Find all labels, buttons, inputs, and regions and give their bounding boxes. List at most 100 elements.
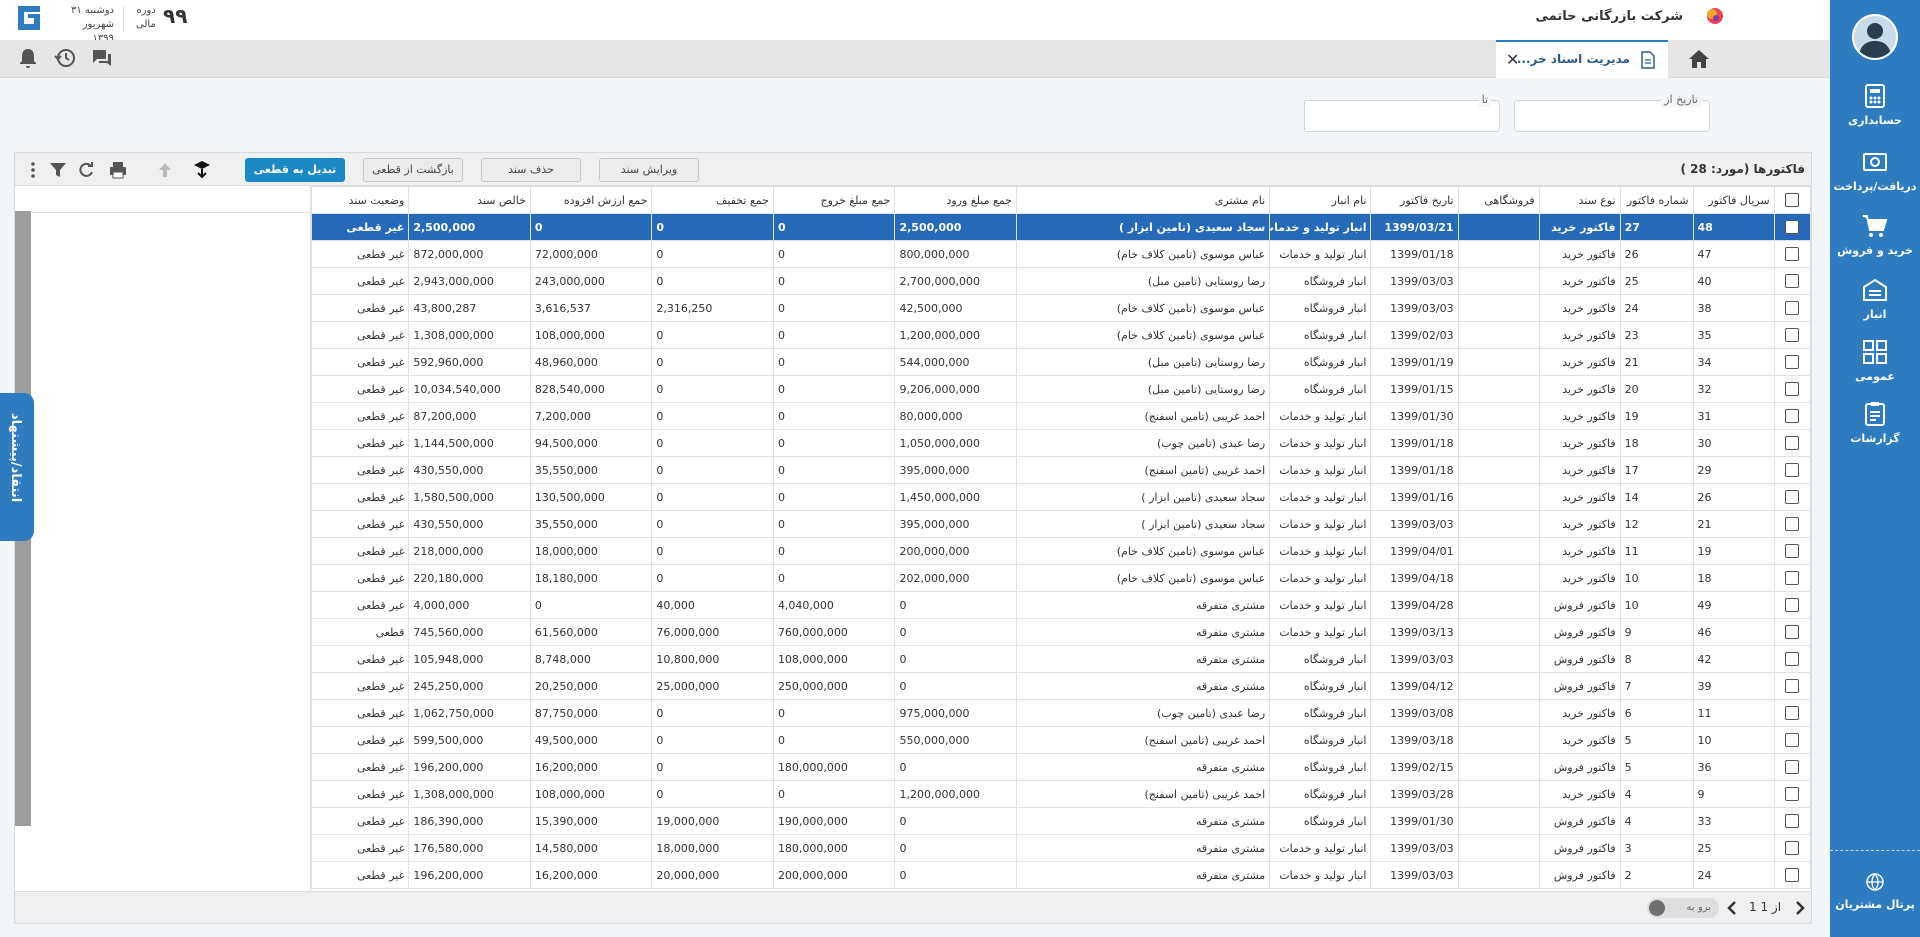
- bell-icon[interactable]: [16, 46, 40, 70]
- table-row[interactable]: 24 2 فاکتور فروش 1399/03/03 انبار تولید و خد…: [311, 861, 1811, 889]
- customer-portal-link[interactable]: پرتال مشتریان: [1830, 872, 1920, 922]
- row-checkbox[interactable]: [1773, 483, 1811, 511]
- row-checkbox[interactable]: [1773, 807, 1811, 835]
- row-checkbox[interactable]: [1773, 402, 1811, 430]
- sidebar-item-accounting[interactable]: حسابداری: [1830, 82, 1920, 142]
- row-checkbox[interactable]: [1773, 294, 1811, 322]
- table-row[interactable]: 38 24 فاکتور خرید 1399/03/03 انبار فروشگاه عب…: [311, 294, 1811, 322]
- goto-page-input[interactable]: برو به: [1647, 898, 1719, 918]
- table-row[interactable]: 35 23 فاکتور خرید 1399/02/03 انبار فروشگاه عب…: [311, 321, 1811, 349]
- row-checkbox[interactable]: [1773, 429, 1811, 457]
- table-row[interactable]: 32 20 فاکتور خرید 1399/01/15 انبار فروشگاه رض…: [311, 375, 1811, 403]
- col-header[interactable]: خالص سند: [408, 186, 531, 214]
- upload-icon[interactable]: [155, 160, 175, 180]
- row-checkbox[interactable]: [1773, 213, 1811, 241]
- home-icon[interactable]: [1686, 46, 1712, 72]
- table-row[interactable]: 34 21 فاکتور خرید 1399/01/19 انبار فروشگاه رض…: [311, 348, 1811, 376]
- table-row[interactable]: 19 11 فاکتور خرید 1399/04/01 انبار تولید و خ…: [311, 537, 1811, 565]
- close-icon[interactable]: ✕: [1506, 50, 1519, 69]
- col-header[interactable]: جمع مبلغ خروج: [772, 186, 896, 214]
- col-header[interactable]: جمع مبلغ ورود: [894, 186, 1017, 214]
- row-checkbox[interactable]: [1773, 726, 1811, 754]
- delete-document-button[interactable]: حذف سند: [481, 158, 581, 182]
- row-checkbox[interactable]: [1773, 537, 1811, 565]
- row-checkbox[interactable]: [1773, 240, 1811, 268]
- row-checkbox[interactable]: [1773, 672, 1811, 700]
- row-checkbox[interactable]: [1773, 591, 1811, 619]
- row-checkbox[interactable]: [1773, 618, 1811, 646]
- table-row[interactable]: 39 7 فاکتور فروش 1399/04/12 انبار فروشگاه مشت…: [311, 672, 1811, 700]
- row-checkbox[interactable]: [1773, 753, 1811, 781]
- col-header[interactable]: نام انبار: [1269, 186, 1372, 214]
- user-avatar[interactable]: [1852, 14, 1898, 60]
- col-header[interactable]: نام مشتری: [1015, 186, 1271, 214]
- chat-icon[interactable]: [90, 46, 114, 70]
- row-checkbox[interactable]: [1773, 267, 1811, 295]
- table-row[interactable]: 42 8 فاکتور فروش 1399/03/03 انبار فروشگاه مشت…: [311, 645, 1811, 673]
- col-header[interactable]: شماره فاکتور: [1619, 186, 1694, 214]
- table-row[interactable]: 25 3 فاکتور فروش 1399/03/03 انبار تولید و خد…: [311, 834, 1811, 862]
- table-row[interactable]: 36 5 فاکتور فروش 1399/02/15 انبار فروشگاه مشت…: [311, 753, 1811, 781]
- table-row[interactable]: 40 25 فاکتور خرید 1399/03/03 انبار فروشگاه رض…: [311, 267, 1811, 295]
- table-row[interactable]: 46 9 فاکتور فروش 1399/03/13 انبار تولید و خد…: [311, 618, 1811, 646]
- tab-invoice-management[interactable]: مدیریت اسناد خر... ✕: [1496, 40, 1668, 78]
- table-row[interactable]: 21 12 فاکتور خرید 1399/03/03 انبار تولید و خ…: [311, 510, 1811, 538]
- refresh-icon[interactable]: [76, 160, 96, 180]
- row-checkbox[interactable]: [1773, 699, 1811, 727]
- col-header[interactable]: سریال فاکتور: [1692, 186, 1775, 214]
- more-vertical-icon[interactable]: [23, 160, 43, 180]
- table-row[interactable]: 26 14 فاکتور خرید 1399/01/16 انبار تولید و خ…: [311, 483, 1811, 511]
- export-down-icon[interactable]: [192, 160, 212, 180]
- select-all-checkbox[interactable]: [1773, 186, 1811, 214]
- row-checkbox[interactable]: [1773, 375, 1811, 403]
- sidebar-item-warehouse[interactable]: انبار: [1830, 276, 1920, 336]
- date-to-input[interactable]: [1305, 101, 1499, 131]
- col-header[interactable]: جمع تخفیف: [651, 186, 774, 214]
- sidebar-item-reports[interactable]: گزارشات: [1830, 400, 1920, 460]
- row-checkbox[interactable]: [1773, 645, 1811, 673]
- table-cell: 0: [772, 537, 896, 565]
- col-header[interactable]: تاریخ فاکتور: [1370, 186, 1459, 214]
- date-to-field[interactable]: تا: [1304, 93, 1500, 132]
- row-checkbox[interactable]: [1773, 321, 1811, 349]
- col-header[interactable]: نوع سند: [1538, 186, 1621, 214]
- row-checkbox[interactable]: [1773, 780, 1811, 808]
- print-icon[interactable]: [108, 160, 128, 180]
- edit-document-button[interactable]: ویرایش سند: [599, 158, 699, 182]
- company-name[interactable]: شرکت بازرگانی حاتمی: [1536, 9, 1683, 24]
- row-checkbox[interactable]: [1773, 348, 1811, 376]
- row-checkbox[interactable]: [1773, 564, 1811, 592]
- table-cell: 1399/03/03: [1370, 510, 1459, 538]
- fiscal-period-number[interactable]: ۹۹: [163, 4, 187, 28]
- sidebar-item-general[interactable]: عمومی: [1830, 338, 1920, 398]
- table-row[interactable]: 29 17 فاکتور خرید 1399/01/18 انبار تولید و خ…: [311, 456, 1811, 484]
- sidebar-item-payments[interactable]: دریافت/پرداخت: [1830, 148, 1920, 208]
- revert-final-button[interactable]: بازگشت از قطعی: [363, 158, 463, 182]
- row-checkbox[interactable]: [1773, 456, 1811, 484]
- col-header[interactable]: جمع ارزش افزوده: [529, 186, 653, 214]
- row-checkbox[interactable]: [1773, 834, 1811, 862]
- table-row[interactable]: 30 18 فاکتور خرید 1399/01/18 انبار تولید و خ…: [311, 429, 1811, 457]
- table-row[interactable]: 11 6 فاکتور خرید 1399/03/08 انبار فروشگاه رضا…: [311, 699, 1811, 727]
- table-row[interactable]: 48 27 فاکتور خرید 1399/03/21 انبار تولید و خ…: [311, 213, 1811, 241]
- row-checkbox[interactable]: [1773, 861, 1811, 889]
- table-row[interactable]: 10 5 فاکتور خرید 1399/03/18 انبار فروشگاه احم…: [311, 726, 1811, 754]
- goto-arrow-icon[interactable]: [1649, 900, 1665, 916]
- table-row[interactable]: 47 26 فاکتور خرید 1399/01/18 انبار تولید و خ…: [311, 240, 1811, 268]
- col-header[interactable]: وضعیت سند: [311, 186, 410, 214]
- history-icon[interactable]: [53, 46, 77, 70]
- table-row[interactable]: 31 19 فاکتور خرید 1399/01/30 انبار تولید و خ…: [311, 402, 1811, 430]
- prev-page-icon[interactable]: [1725, 900, 1739, 916]
- table-row[interactable]: 49 10 فاکتور فروش 1399/04/28 انبار تولید و خ…: [311, 591, 1811, 619]
- date-from-field[interactable]: تاریخ از: [1514, 93, 1710, 132]
- sidebar-item-buy-sell[interactable]: خرید و فروش: [1830, 212, 1920, 272]
- convert-to-final-button[interactable]: تبدیل به قطعی: [245, 158, 345, 182]
- table-row[interactable]: 33 4 فاکتور فروش 1399/01/30 انبار فروشگاه مشت…: [311, 807, 1811, 835]
- next-page-icon[interactable]: [1793, 900, 1807, 916]
- row-checkbox[interactable]: [1773, 510, 1811, 538]
- feedback-tab[interactable]: انتقاد/پیشنهاد: [0, 393, 34, 541]
- table-row[interactable]: 9 4 فاکتور خرید 1399/03/28 انبار فروشگاه احمد…: [311, 780, 1811, 808]
- filter-icon[interactable]: [48, 160, 68, 180]
- table-row[interactable]: 18 10 فاکتور خرید 1399/04/18 انبار تولید و خ…: [311, 564, 1811, 592]
- col-header[interactable]: فروشگاهی: [1457, 186, 1540, 214]
